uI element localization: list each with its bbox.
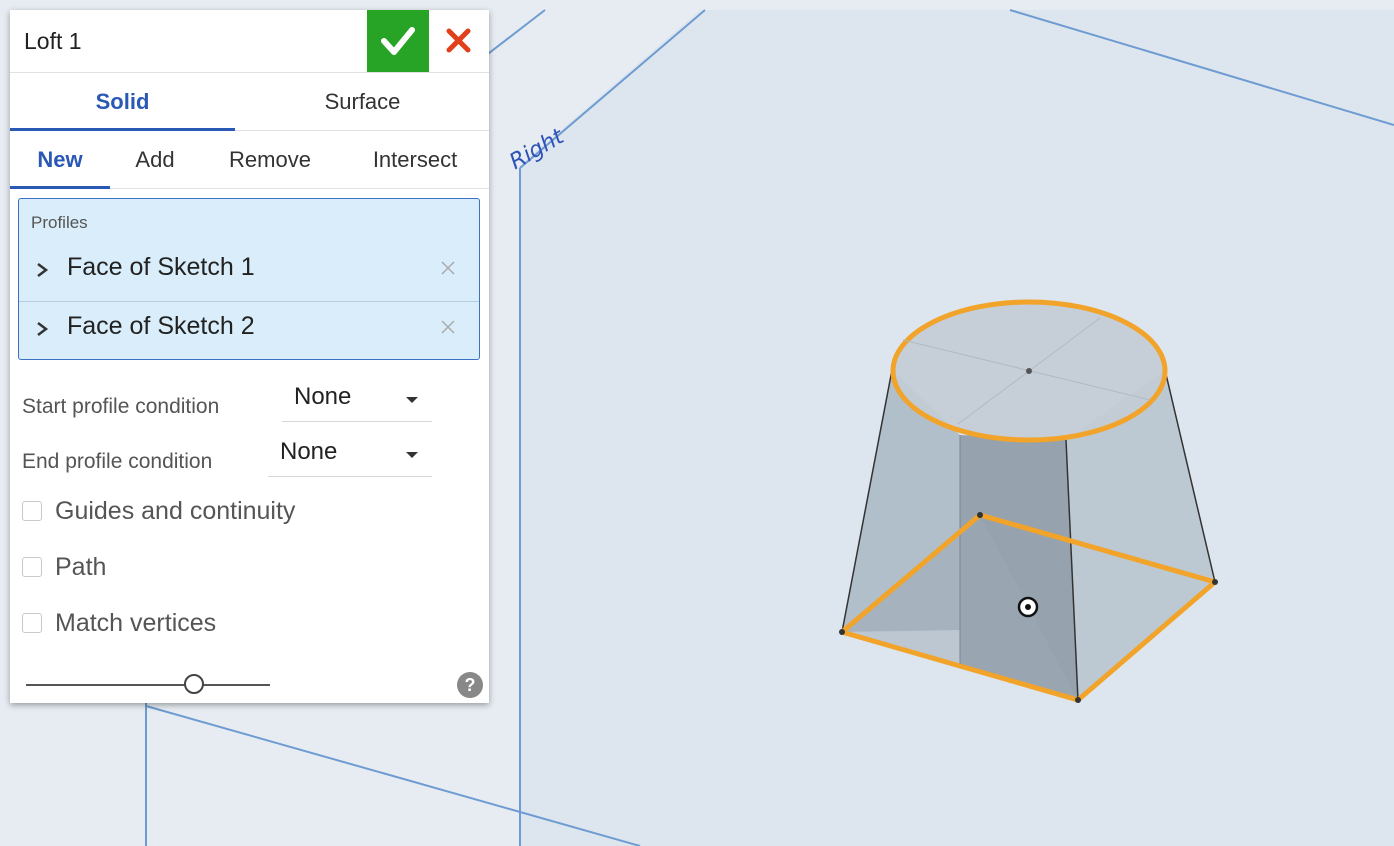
path-label: Path [55, 553, 107, 581]
profiles-caption: Profiles [31, 213, 88, 232]
guides-label: Guides and continuity [55, 497, 296, 525]
detail-slider[interactable] [26, 674, 270, 698]
tab-remove[interactable]: Remove [215, 131, 325, 188]
target-icon [1017, 596, 1039, 618]
checkmark-icon [381, 27, 415, 55]
path-checkbox[interactable] [22, 557, 42, 577]
close-icon [446, 28, 471, 53]
dialog-header: Loft 1 [10, 10, 489, 73]
loft-feature-dialog: Loft 1 Solid Surface New Add Remove Inte… [10, 10, 489, 703]
tab-solid[interactable]: Solid [10, 73, 235, 131]
end-condition-label: End profile condition [22, 450, 213, 473]
caret-down-icon [406, 452, 418, 458]
tab-surface[interactable]: Surface [250, 73, 475, 130]
operation-tabs: New Add Remove Intersect [10, 131, 489, 189]
profile-item[interactable]: Face of Sketch 1 [19, 239, 479, 302]
guides-checkbox[interactable] [22, 501, 42, 521]
cancel-button[interactable] [430, 10, 489, 72]
tab-new[interactable]: New [10, 131, 110, 189]
help-icon[interactable]: ? [457, 672, 483, 698]
tab-intersect[interactable]: Intersect [350, 131, 480, 188]
plane-edge-line [479, 9, 546, 61]
start-condition-label: Start profile condition [22, 395, 220, 418]
body-type-tabs: Solid Surface [10, 73, 489, 131]
end-condition-value: None [280, 438, 338, 465]
caret-down-icon [406, 397, 418, 403]
profiles-selection-box[interactable]: Profiles Face of Sketch 1 Face of Sketch… [18, 198, 480, 360]
profile-item-label: Face of Sketch 1 [67, 253, 255, 281]
tab-add[interactable]: Add [120, 131, 190, 188]
chevron-right-icon[interactable] [35, 261, 49, 279]
chevron-right-icon[interactable] [35, 320, 49, 338]
profile-item[interactable]: Face of Sketch 2 [19, 298, 479, 360]
start-condition-select[interactable]: None [282, 377, 432, 422]
feature-title: Loft 1 [24, 28, 82, 54]
match-vertices-checkbox[interactable] [22, 613, 42, 633]
match-vertices-label: Match vertices [55, 609, 217, 637]
end-condition-select[interactable]: None [268, 432, 432, 477]
slider-track[interactable] [26, 684, 270, 686]
slider-thumb[interactable] [184, 674, 205, 694]
profile-item-label: Face of Sketch 2 [67, 312, 255, 340]
start-condition-value: None [294, 383, 352, 410]
accept-button[interactable] [367, 10, 429, 72]
remove-icon[interactable] [439, 259, 457, 277]
remove-icon[interactable] [439, 318, 457, 336]
